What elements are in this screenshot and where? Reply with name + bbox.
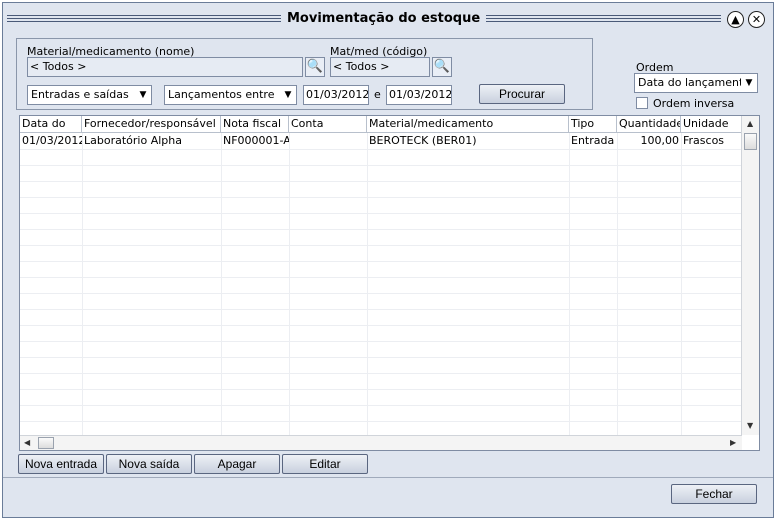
grid-line <box>20 341 742 342</box>
date-separator: e <box>374 88 381 101</box>
horizontal-scroll-thumb[interactable] <box>38 437 54 449</box>
order-select[interactable]: Data do lançamento ▼ <box>634 73 758 93</box>
material-name-field[interactable]: < Todos > <box>27 57 303 77</box>
scroll-left-icon[interactable]: ◀ <box>24 438 30 447</box>
scroll-down-icon[interactable]: ▼ <box>747 421 753 430</box>
chevron-down-icon[interactable]: ▼ <box>280 86 296 104</box>
date-mode-select[interactable]: Lançamentos entre ▼ <box>164 85 297 105</box>
grid-line <box>20 261 742 262</box>
grid-line <box>20 357 742 358</box>
grid-line <box>20 229 742 230</box>
grid-column-line <box>681 133 682 435</box>
scroll-up-icon[interactable]: ▲ <box>747 119 753 128</box>
cell-type: Entrada <box>571 134 615 147</box>
column-header-account[interactable]: Conta <box>289 116 367 133</box>
grid-line <box>20 181 742 182</box>
table-body: 01/03/2012 Laboratório Alpha NF000001-A0… <box>20 133 742 435</box>
column-header-unit[interactable]: Unidade <box>681 116 742 133</box>
scroll-right-icon[interactable]: ▶ <box>730 438 736 447</box>
material-code-field[interactable]: < Todos > <box>330 57 430 77</box>
title-bar: Movimentação do estoque ▲ ✕ <box>7 8 769 30</box>
inverse-order-checkbox[interactable] <box>636 97 648 109</box>
grid-column-line <box>569 133 570 435</box>
chevron-down-icon[interactable]: ▼ <box>135 86 151 104</box>
grid-line <box>20 197 742 198</box>
horizontal-scrollbar[interactable]: ◀ ▶ <box>20 435 742 450</box>
cell-account <box>289 133 367 149</box>
date-mode-value: Lançamentos entre <box>168 88 275 101</box>
vertical-scroll-thumb[interactable] <box>744 133 757 150</box>
grid-line <box>20 293 742 294</box>
column-header-supplier[interactable]: Fornecedor/responsável <box>82 116 221 133</box>
column-header-type[interactable]: Tipo <box>569 116 617 133</box>
inverse-order-label: Ordem inversa <box>653 97 735 110</box>
cell-date: 01/03/2012 <box>22 134 82 147</box>
movement-type-select[interactable]: Entradas e saídas ▼ <box>27 85 152 105</box>
edit-button[interactable]: Editar <box>282 454 368 474</box>
search-material-name-icon[interactable]: 🔍 <box>305 57 325 77</box>
grid-line <box>20 309 742 310</box>
search-button[interactable]: Procurar <box>479 84 565 104</box>
table-row[interactable]: 01/03/2012 Laboratório Alpha NF000001-A0… <box>20 133 742 149</box>
cell-invoice: NF000001-A0 <box>223 134 289 147</box>
table-header: Data do Fornecedor/responsável Nota fisc… <box>20 116 742 133</box>
grid-column-line <box>221 133 222 435</box>
column-header-invoice[interactable]: Nota fiscal <box>221 116 289 133</box>
delete-button[interactable]: Apagar <box>194 454 280 474</box>
date-from-field[interactable]: 01/03/2012 <box>303 85 369 105</box>
cell-supplier: Laboratório Alpha <box>84 134 182 147</box>
close-icon[interactable]: ✕ <box>748 11 765 28</box>
grid-line <box>20 421 742 422</box>
grid-line <box>20 325 742 326</box>
filter-panel: Material/medicamento (nome) < Todos > 🔍 … <box>16 38 593 110</box>
new-exit-button[interactable]: Nova saída <box>106 454 192 474</box>
column-header-date[interactable]: Data do <box>20 116 82 133</box>
minimize-up-icon[interactable]: ▲ <box>727 11 744 28</box>
window-title: Movimentação do estoque <box>281 8 487 30</box>
grid-column-line <box>617 133 618 435</box>
close-button[interactable]: Fechar <box>671 484 757 504</box>
grid-line <box>20 149 742 150</box>
grid-column-line <box>82 133 83 435</box>
cell-material: BEROTECK (BER01) <box>369 134 477 147</box>
search-material-code-icon[interactable]: 🔍 <box>432 57 452 77</box>
grid-line <box>20 245 742 246</box>
grid-line <box>20 213 742 214</box>
date-to-field[interactable]: 01/03/2012 <box>386 85 452 105</box>
cell-unit: Frascos <box>683 134 725 147</box>
movements-table: Data do Fornecedor/responsável Nota fisc… <box>19 115 760 451</box>
cell-quantity: 100,00 <box>640 134 680 147</box>
movement-type-value: Entradas e saídas <box>31 88 129 101</box>
chevron-down-icon[interactable]: ▼ <box>741 74 757 92</box>
grid-line <box>20 277 742 278</box>
grid-line <box>20 389 742 390</box>
vertical-scrollbar[interactable]: ▲ ▼ <box>741 116 759 435</box>
column-header-material[interactable]: Material/medicamento <box>367 116 569 133</box>
grid-line <box>20 165 742 166</box>
grid-line <box>20 405 742 406</box>
column-header-quantity[interactable]: Quantidade <box>617 116 681 133</box>
order-value: Data do lançamento <box>638 76 751 89</box>
new-entry-button[interactable]: Nova entrada <box>18 454 104 474</box>
footer-divider <box>3 477 773 478</box>
grid-line <box>20 373 742 374</box>
grid-column-line <box>289 133 290 435</box>
grid-column-line <box>367 133 368 435</box>
stock-movement-window: Movimentação do estoque ▲ ✕ Material/med… <box>2 2 774 518</box>
